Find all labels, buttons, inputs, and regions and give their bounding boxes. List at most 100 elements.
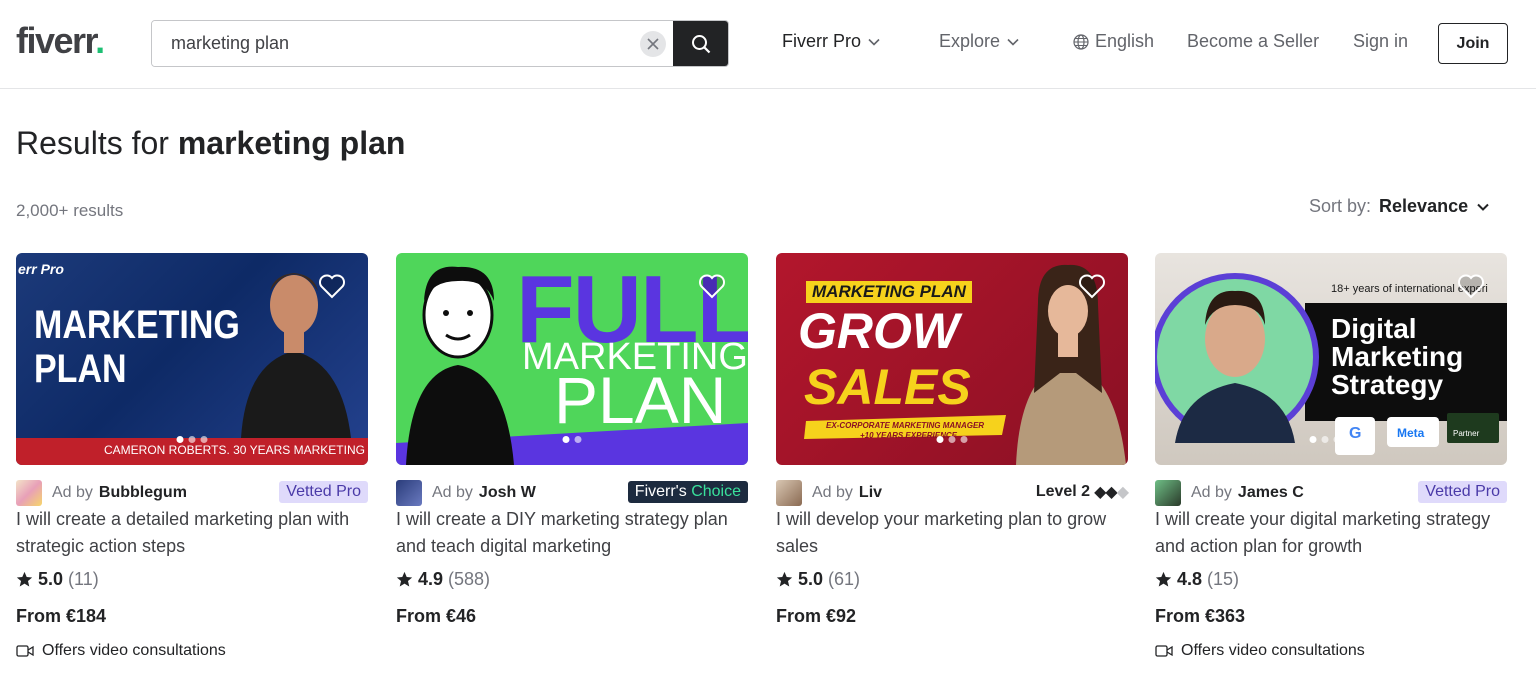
thumb-line-1: Digital	[1331, 313, 1417, 344]
gig-thumbnail[interactable]: 18+ years of international experi Digita…	[1155, 253, 1507, 465]
price: From €46	[396, 606, 477, 626]
nav-explore-label: Explore	[939, 31, 1001, 51]
heart-icon	[1079, 274, 1105, 299]
price: From €363	[1155, 606, 1246, 626]
results-count: 2,000+ results	[16, 201, 124, 220]
ad-label: Ad by	[52, 484, 93, 501]
gig-title[interactable]: I will create your digital marketing str…	[1155, 506, 1500, 560]
thumb-line-2: SALES	[804, 359, 971, 415]
thumb-line-1: GROW	[798, 303, 960, 359]
video-consultation-note: Offers video consultations	[16, 642, 226, 660]
rating: 5.0 (61)	[776, 569, 860, 590]
search-button[interactable]	[673, 21, 728, 66]
sort-dropdown[interactable]: Sort by: Relevance	[1309, 196, 1490, 217]
gig-card[interactable]: err Pro MARKETING PLAN CAMERON ROBERTS. …	[16, 253, 368, 673]
gig-card[interactable]: 18+ years of international experi Digita…	[1155, 253, 1507, 673]
heart-icon	[699, 274, 725, 299]
avatar[interactable]	[396, 480, 422, 506]
sort-label: Sort by:	[1309, 196, 1372, 216]
sort-value: Relevance	[1379, 196, 1469, 216]
ad-label: Ad by	[812, 484, 853, 501]
video-consultation-label: Offers video consultations	[1181, 642, 1365, 659]
vetted-pro-badge: Vetted Pro	[1418, 481, 1507, 503]
badge-text-2: Choice	[691, 483, 741, 500]
favorite-button[interactable]	[1457, 273, 1485, 304]
seller-row: Ad by James C Vetted Pro	[1155, 480, 1507, 506]
level-label: Level 2	[1035, 483, 1091, 500]
thumb-headline: MARKETING PLAN	[34, 303, 240, 391]
video-consultation-note: Offers video consultations	[1155, 642, 1365, 660]
gig-card[interactable]: MARKETING PLAN GROW SALES EX-CORPORATE M…	[776, 253, 1129, 673]
rating: 5.0 (11)	[16, 569, 99, 590]
rating-score: 5.0	[38, 569, 64, 589]
seller-name[interactable]: Josh W	[479, 484, 536, 502]
gig-card[interactable]: FULL MARKETING PLAN Ad by Josh W Fiverr'…	[396, 253, 748, 673]
join-button[interactable]: Join	[1438, 23, 1508, 64]
rating-score: 5.0	[798, 569, 824, 589]
price: From €184	[16, 606, 107, 626]
gig-thumbnail[interactable]: err Pro MARKETING PLAN CAMERON ROBERTS. …	[16, 253, 368, 465]
star-icon	[1155, 571, 1172, 587]
star-icon	[16, 571, 33, 587]
seller-row: Ad by Bubblegum Vetted Pro	[16, 480, 368, 506]
favorite-button[interactable]	[698, 273, 726, 304]
carousel-dots[interactable]	[562, 436, 582, 443]
thumb-line-2: Marketing	[1331, 341, 1464, 372]
thumb-logo-3: Partner	[1453, 429, 1480, 438]
avatar[interactable]	[776, 480, 802, 506]
carousel-dots[interactable]	[176, 436, 208, 443]
thumb-logo-2: Meta	[1397, 426, 1425, 440]
carousel-dots[interactable]	[936, 436, 968, 443]
gig-title[interactable]: I will develop your marketing plan to gr…	[776, 506, 1121, 560]
gig-title[interactable]: I will create a DIY marketing strategy p…	[396, 506, 741, 560]
nav-become-seller[interactable]: Become a Seller	[1187, 31, 1319, 52]
video-camera-icon	[16, 645, 34, 657]
seller-name[interactable]: Liv	[859, 484, 882, 502]
seller-row: Ad by Liv Level 2 ◆◆◆	[776, 480, 1129, 506]
thumb-sub-1: EX-CORPORATE MARKETING MANAGER	[826, 421, 985, 430]
nav-sign-in[interactable]: Sign in	[1353, 31, 1408, 52]
nav-fiverr-pro-label: Fiverr Pro	[782, 31, 862, 51]
fiverrs-choice-badge: Fiverr's Choice	[627, 481, 748, 503]
search-icon	[691, 34, 710, 53]
star-icon	[396, 571, 413, 587]
review-count: (61)	[828, 569, 861, 589]
vetted-pro-badge: Vetted Pro	[279, 481, 368, 503]
gig-thumbnail[interactable]: FULL MARKETING PLAN	[396, 253, 748, 465]
gig-thumbnail[interactable]: MARKETING PLAN GROW SALES EX-CORPORATE M…	[776, 253, 1128, 465]
seller-name[interactable]: Bubblegum	[99, 484, 187, 502]
heart-icon	[1458, 274, 1484, 299]
gig-title[interactable]: I will create a detailed marketing plan …	[16, 506, 361, 560]
ad-label: Ad by	[1191, 484, 1232, 501]
carousel-dots[interactable]	[1309, 436, 1341, 443]
avatar[interactable]	[16, 480, 42, 506]
favorite-button[interactable]	[1078, 273, 1106, 304]
nav-become-seller-label: Become a Seller	[1187, 31, 1320, 51]
nav-explore[interactable]: Explore	[939, 31, 1020, 52]
badge-text-1: Fiverr's	[634, 483, 687, 500]
ad-label: Ad by	[432, 484, 473, 501]
close-icon	[647, 38, 659, 50]
video-consultation-label: Offers video consultations	[42, 642, 226, 659]
nav-language[interactable]: English	[1073, 31, 1154, 52]
results-title: Results for marketing plan	[16, 125, 406, 161]
favorite-button[interactable]	[318, 273, 346, 304]
clear-search-button[interactable]	[640, 31, 666, 57]
top-header: fiverr. Fiverr Pro Explore English Becom…	[0, 0, 1536, 89]
search-bar	[151, 20, 729, 67]
thumb-line-3: PLAN	[554, 363, 727, 437]
thumb-logo-1: G	[1349, 425, 1362, 442]
avatar[interactable]	[1155, 480, 1181, 506]
chevron-down-icon	[1477, 203, 1489, 211]
thumb-tag: MARKETING PLAN	[806, 281, 972, 303]
nav-fiverr-pro[interactable]: Fiverr Pro	[782, 31, 881, 52]
seller-name[interactable]: James C	[1238, 484, 1304, 502]
review-count: (15)	[1207, 569, 1240, 589]
nav-sign-in-label: Sign in	[1353, 31, 1409, 51]
search-input[interactable]	[152, 21, 674, 66]
thumb-line-3: Strategy	[1331, 369, 1444, 400]
chevron-down-icon	[1007, 38, 1019, 46]
chevron-down-icon	[868, 38, 880, 46]
fiverr-logo[interactable]: fiverr.	[16, 20, 105, 62]
rating: 4.9 (588)	[396, 569, 490, 590]
